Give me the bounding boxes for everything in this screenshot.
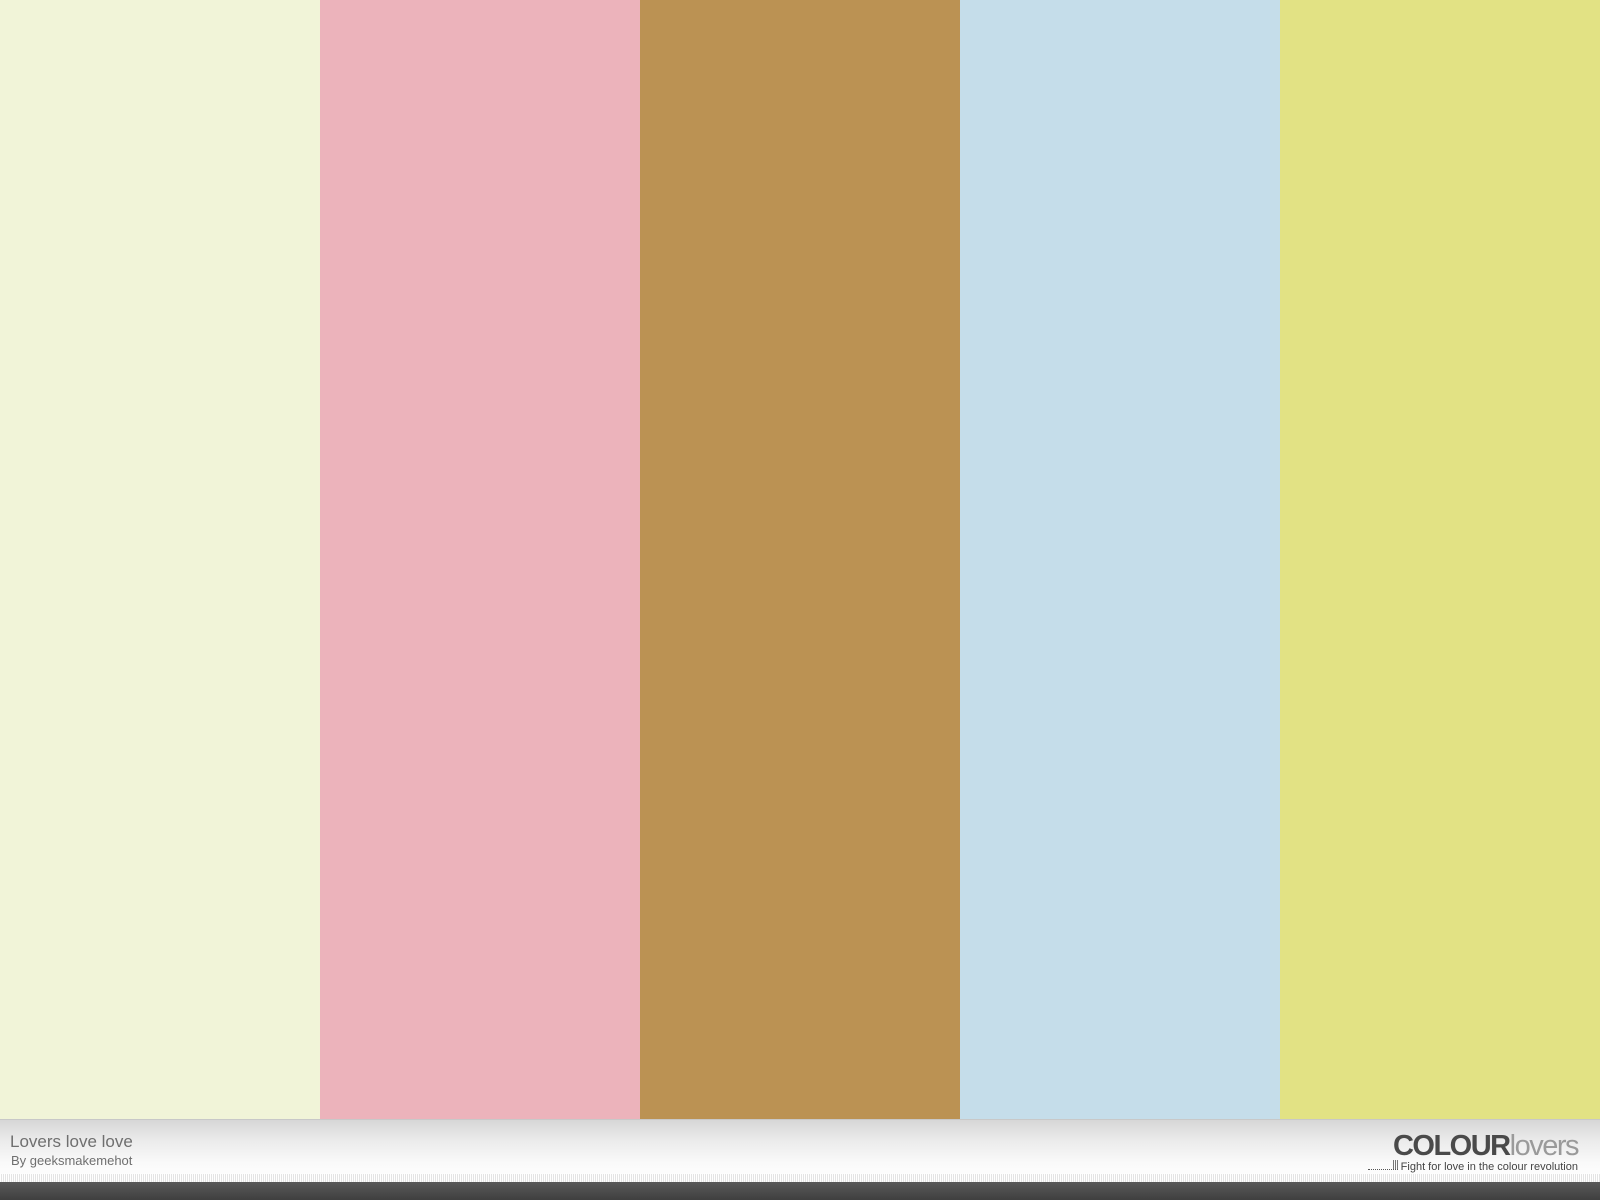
logo-wordmark: COLOURlovers — [1368, 1130, 1580, 1162]
logo-wordmark-light: lovers — [1509, 1130, 1580, 1162]
palette-footer: Lovers love love By geeksmakemehot COLOU… — [0, 1119, 1600, 1182]
palette-title: Lovers love love — [10, 1132, 133, 1151]
palette-author: By geeksmakemehot — [11, 1153, 133, 1168]
color-swatch — [960, 0, 1280, 1119]
logo-wordmark-bold: COLOUR — [1392, 1130, 1511, 1162]
color-swatch — [1280, 0, 1600, 1119]
logo-tagline: Fight for love in the colour revolution — [1400, 1161, 1578, 1173]
bottom-bar — [0, 1182, 1600, 1200]
color-swatch — [640, 0, 960, 1119]
color-palette — [0, 0, 1600, 1119]
colourlovers-logo: COLOURlovers Fight for love in the colou… — [1367, 1130, 1580, 1173]
footer-stripes — [0, 1174, 1600, 1182]
color-swatch — [320, 0, 640, 1119]
logo-tagline-row: Fight for love in the colour revolution — [1367, 1160, 1578, 1173]
color-swatch — [0, 0, 320, 1119]
dotted-line-icon — [1367, 1160, 1399, 1171]
